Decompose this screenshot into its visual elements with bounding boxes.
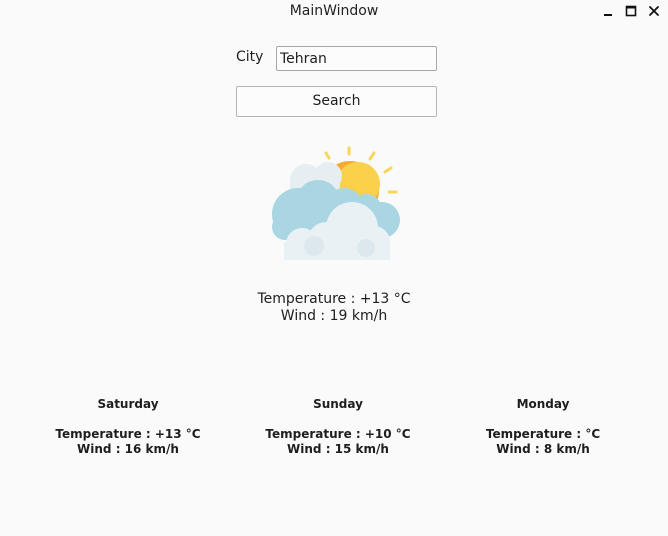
forecast-day-name: Monday xyxy=(516,397,570,411)
city-label: City xyxy=(236,49,264,65)
close-button[interactable] xyxy=(646,3,662,19)
forecast-wind: Wind : 15 km/h xyxy=(287,442,389,456)
forecast-temperature: Temperature : +13 °C xyxy=(55,427,201,441)
forecast-day: Sunday Temperature : +10 °C Wind : 15 km… xyxy=(248,397,428,457)
minimize-button[interactable] xyxy=(600,3,616,19)
search-button[interactable]: Search xyxy=(236,86,437,117)
forecast-day-name: Sunday xyxy=(313,397,363,411)
forecast-temperature: Temperature : °C xyxy=(485,427,601,441)
current-weather: Temperature : +13 °C Wind : 19 km/h xyxy=(0,291,668,325)
current-temperature: Temperature : +13 °C xyxy=(257,291,411,307)
forecast-wind: Wind : 8 km/h xyxy=(496,442,590,456)
title-bar[interactable]: MainWindow xyxy=(0,0,668,24)
city-input[interactable] xyxy=(276,46,437,71)
close-icon xyxy=(649,6,659,16)
main-window: MainWindow City Search xyxy=(0,0,668,536)
current-wind: Wind : 19 km/h xyxy=(280,308,388,324)
forecast-day: Monday Temperature : °C Wind : 8 km/h xyxy=(453,397,633,457)
forecast-day-name: Saturday xyxy=(97,397,159,411)
minimize-icon xyxy=(604,14,612,16)
forecast-wind: Wind : 16 km/h xyxy=(77,442,179,456)
forecast-day: Saturday Temperature : +13 °C Wind : 16 … xyxy=(38,397,218,457)
maximize-button[interactable] xyxy=(623,3,639,19)
forecast-temperature: Temperature : +10 °C xyxy=(265,427,411,441)
window-title: MainWindow xyxy=(289,3,379,19)
partly-cloudy-icon xyxy=(272,146,400,260)
maximize-icon xyxy=(625,5,637,17)
